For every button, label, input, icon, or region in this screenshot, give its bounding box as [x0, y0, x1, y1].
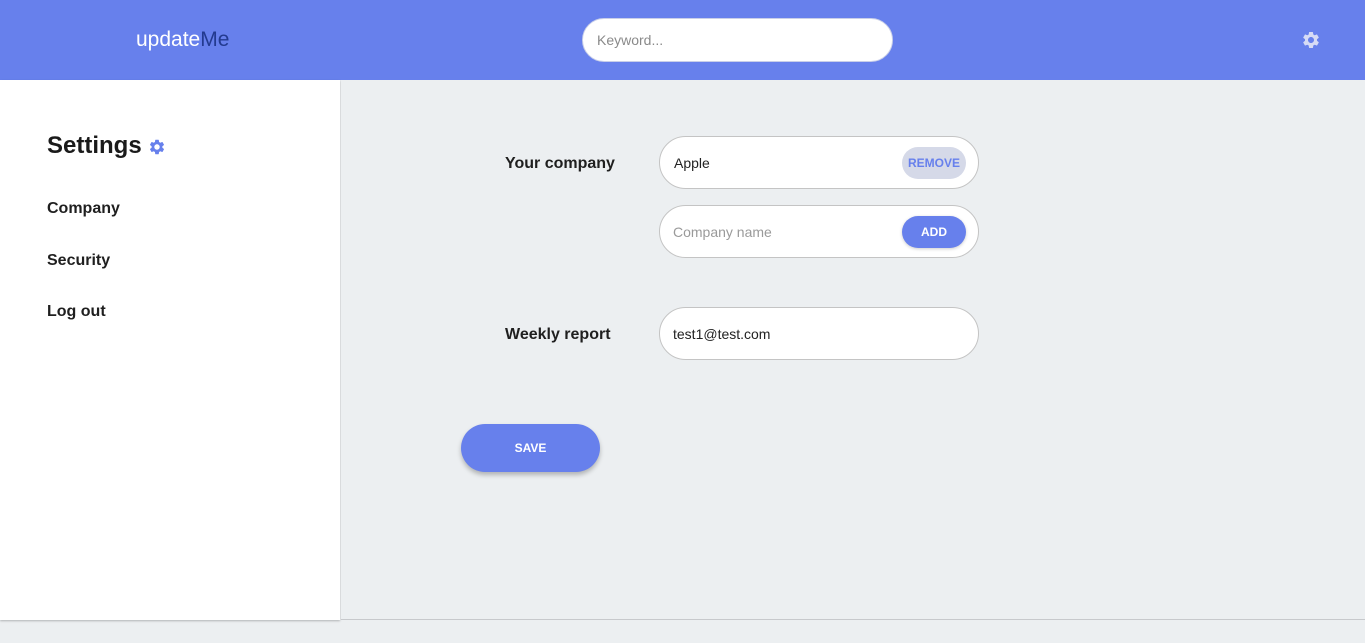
weekly-report-input[interactable]	[673, 322, 893, 346]
sidebar-title: Settings	[47, 132, 142, 159]
company-entry: Apple REMOVE	[659, 136, 979, 189]
company-label: Your company	[505, 155, 615, 172]
company-name-input[interactable]	[673, 220, 893, 244]
remove-button[interactable]: REMOVE	[902, 147, 966, 179]
add-button[interactable]: ADD	[902, 216, 966, 248]
sidebar: Settings Company Security Log out	[0, 80, 340, 620]
settings-panel: Your company Apple REMOVE ADD Weekly rep…	[341, 80, 1365, 620]
weekly-report-field	[659, 307, 979, 360]
sidebar-item-security[interactable]: Security	[47, 251, 110, 271]
company-value: Apple	[674, 155, 710, 171]
sidebar-item-company[interactable]: Company	[47, 199, 120, 219]
company-name-field: ADD	[659, 205, 979, 258]
search-input[interactable]	[582, 18, 893, 62]
save-button[interactable]: SAVE	[461, 424, 600, 472]
top-bar: updateMe	[0, 0, 1365, 80]
gear-icon[interactable]	[1301, 30, 1321, 50]
gear-icon	[149, 139, 165, 155]
logo-text-me: Me	[200, 28, 230, 51]
app-logo[interactable]: updateMe	[136, 28, 229, 52]
sidebar-item-logout[interactable]: Log out	[47, 302, 106, 322]
logo-text-update: update	[136, 28, 201, 51]
weekly-report-label: Weekly report	[505, 326, 611, 343]
